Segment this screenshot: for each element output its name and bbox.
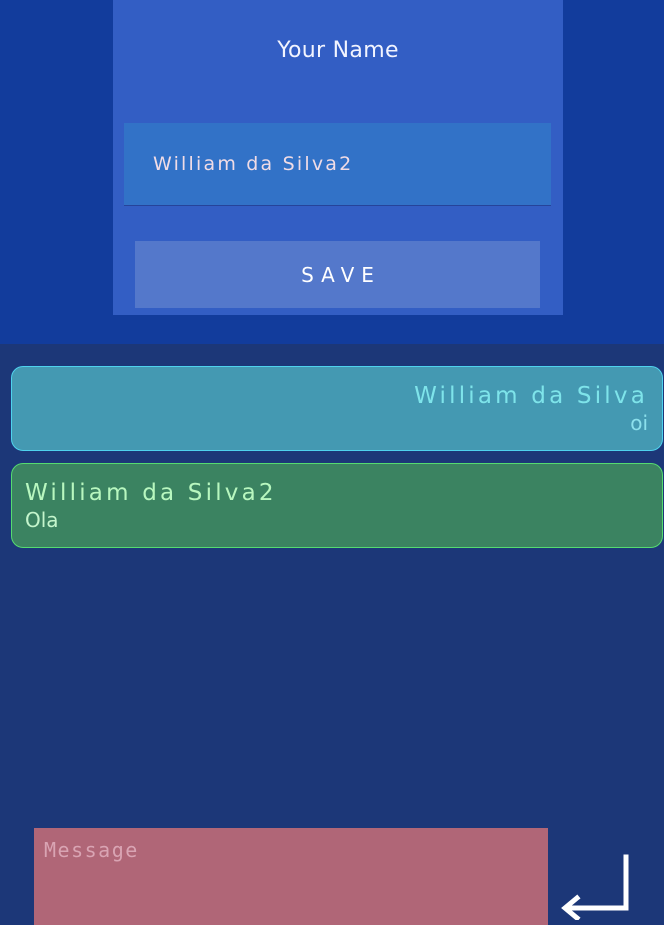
chat-app: Your Name SAVE William da Silva oi Willi…	[0, 0, 664, 925]
message-own: William da Silva oi	[11, 366, 663, 451]
send-button[interactable]	[557, 852, 633, 920]
save-button[interactable]: SAVE	[135, 241, 540, 308]
name-card: Your Name SAVE	[113, 0, 563, 315]
enter-return-icon	[561, 854, 629, 920]
message-author: William da Silva	[414, 383, 648, 409]
header-band: Your Name SAVE	[0, 0, 664, 344]
message-text: Ola	[25, 508, 59, 532]
name-card-title: Your Name	[277, 38, 399, 63]
message-text: oi	[630, 411, 648, 435]
message-other: William da Silva2 Ola	[11, 463, 663, 548]
name-input[interactable]	[124, 123, 551, 206]
message-author: William da Silva2	[25, 480, 277, 506]
message-input[interactable]	[34, 828, 548, 925]
